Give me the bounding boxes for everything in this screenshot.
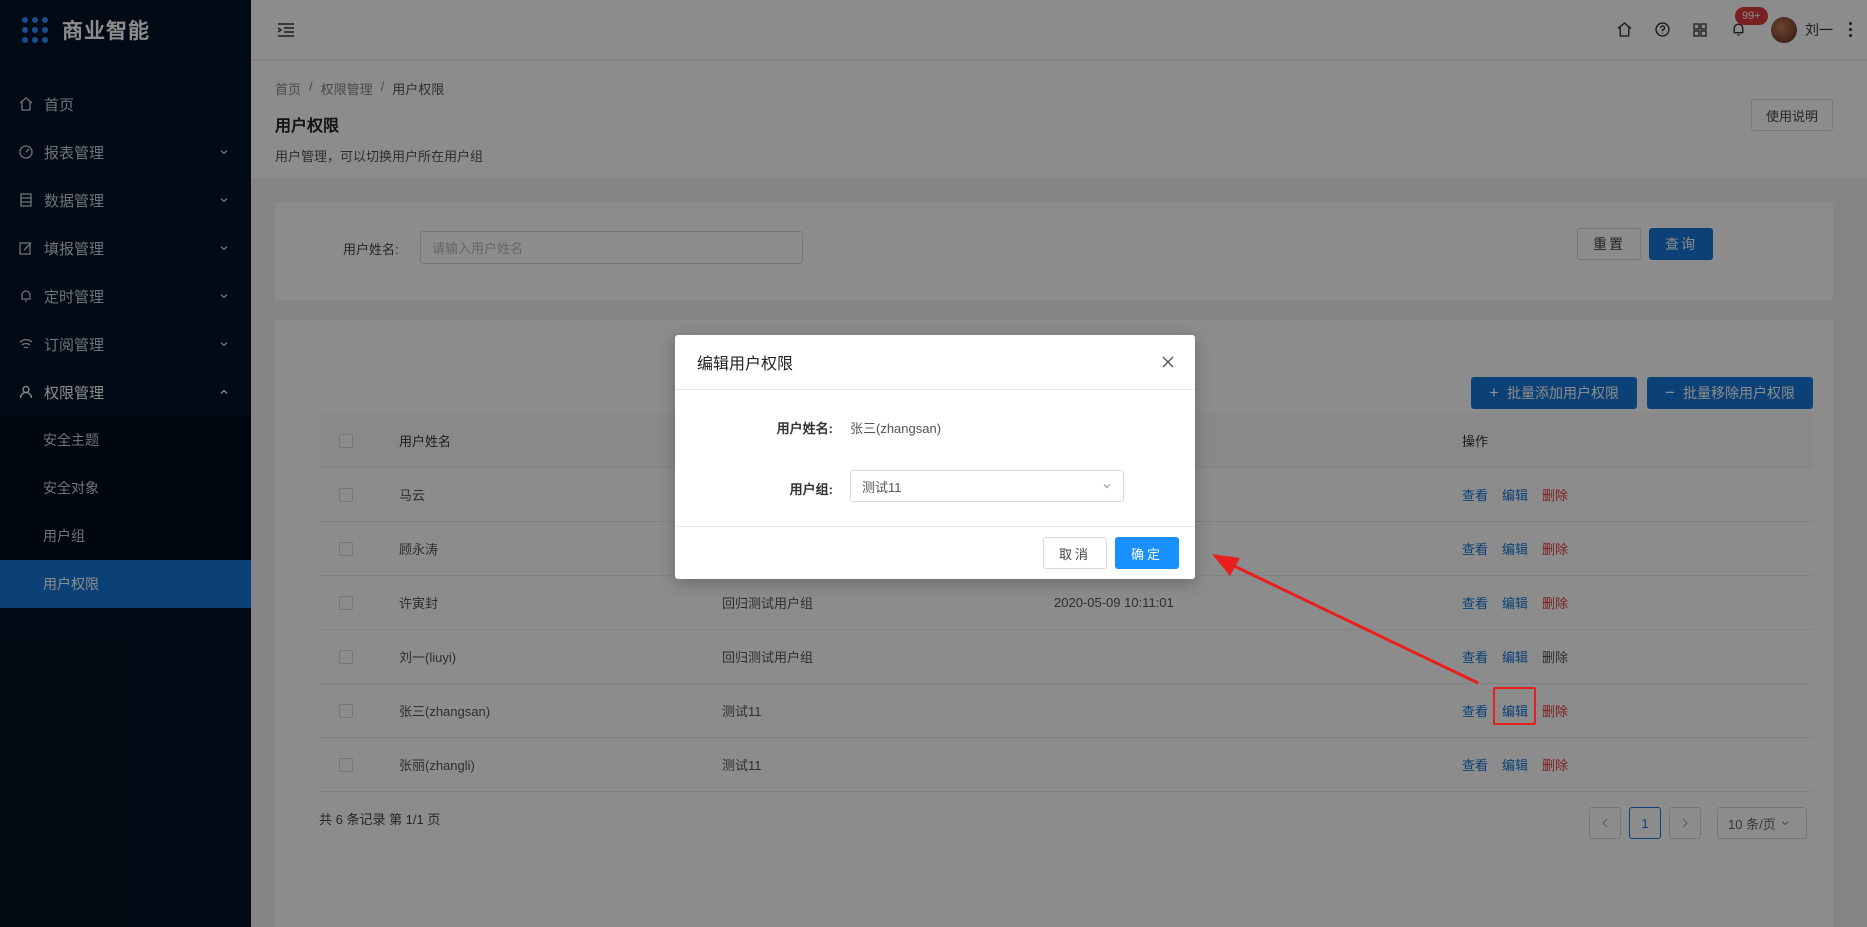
modal-user-value: 张三(zhangsan) xyxy=(850,421,942,436)
modal-body: 用户姓名: 张三(zhangsan) 用户组: 测试11 xyxy=(675,390,1195,527)
cancel-button[interactable]: 取消 xyxy=(1043,537,1107,569)
annotation-highlight-box xyxy=(1493,687,1536,725)
user-group-select[interactable]: 测试11 xyxy=(850,470,1124,502)
edit-permission-modal: 编辑用户权限 用户姓名: 张三(zhangsan) 用户组: 测试11 取消 确… xyxy=(675,335,1195,579)
modal-user-label: 用户姓名: xyxy=(776,421,833,436)
confirm-button[interactable]: 确定 xyxy=(1115,537,1179,569)
modal-title: 编辑用户权限 xyxy=(675,335,1195,390)
modal-footer: 取消 确定 xyxy=(675,527,1195,579)
chevron-down-icon xyxy=(1101,480,1113,492)
modal-group-label: 用户组: xyxy=(789,482,833,497)
user-group-value: 测试11 xyxy=(862,479,902,495)
close-icon[interactable] xyxy=(1159,353,1177,371)
